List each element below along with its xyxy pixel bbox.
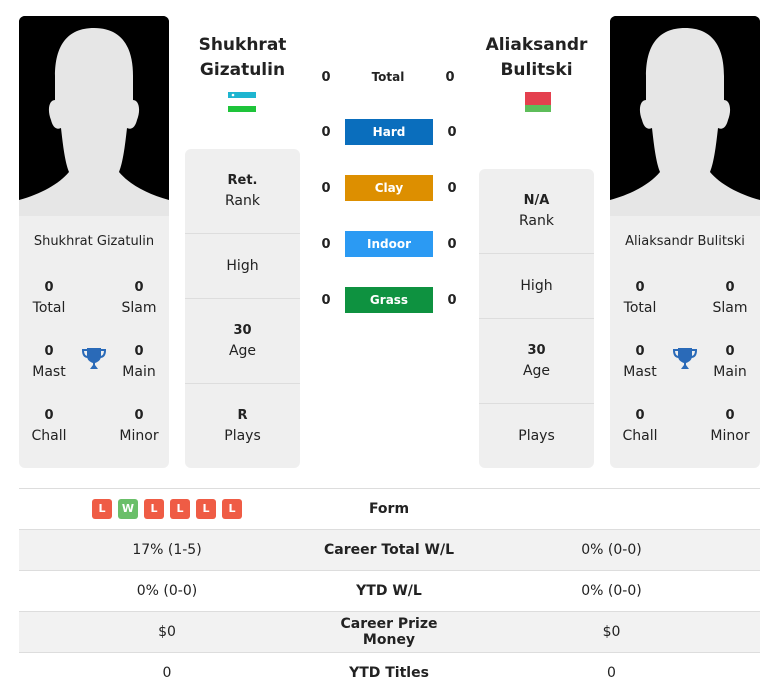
player-right-info: N/A Rank High 30 Age Plays [479,169,594,468]
right-stat-main: 0 Main [713,344,747,380]
form-label: Form [368,501,410,517]
player-left-card: Shukhrat Gizatulin 0 Total 0 Slam 0 Mast 0M… [19,216,169,468]
h2h-right-count: 0 [447,292,457,308]
trophy-icon [672,346,698,376]
form-win-badge[interactable]: W [118,499,138,519]
right-value: 0% (0-0) [581,542,642,558]
h2h-left-count: 0 [321,292,331,308]
player-right-photo [610,16,760,216]
h2h-right-count: 0 [447,124,457,140]
form-loss-badge[interactable]: L [144,499,164,519]
player-right-name[interactable]: Aliaksandr Bulitski [479,33,594,83]
left-high: High [185,234,300,299]
h2h-left-count: 0 [321,124,331,140]
right-rank: N/A Rank [479,169,594,254]
right-stat-minor: 0 Minor [710,408,750,444]
surface-clay-label[interactable]: Clay [345,175,433,201]
row-label: Career Total W/L [324,542,454,558]
h2h-right-count: 0 [447,180,457,196]
h2h-total-row: 0 Total 0 [316,64,460,90]
player-right-card: Aliaksandr Bulitski 0 Total 0 Slam 0 Mast 0… [610,216,760,468]
left-stat-total: 0 Total [32,280,66,316]
comparison-row: 0% (0-0) YTD W/L 0% (0-0) [19,570,760,611]
right-stat-total: 0 Total [623,280,657,316]
right-value: $0 [602,624,621,640]
left-stat-mast: 0 Mast [32,344,66,380]
comparison-row: 0 YTD Titles 0 [19,652,760,693]
row-label: Career Prize Money [340,616,438,648]
form-loss-badge[interactable]: L [170,499,190,519]
right-value: 0% (0-0) [581,583,642,599]
surface-hard-label[interactable]: Hard [345,119,433,145]
left-stat-slam: 0 Slam [121,280,157,316]
right-high: High [479,254,594,319]
right-age: 30 Age [479,319,594,404]
h2h-indoor-row: 0 Indoor 0 [316,231,462,257]
h2h-grass-row: 0 Grass 0 [316,287,462,313]
player-left-photo [19,16,169,216]
h2h-left-count: 0 [321,180,331,196]
belarus-flag-icon [523,92,551,112]
left-stat-minor: 0 Minor [119,408,159,444]
left-value: $0 [158,624,176,640]
left-value: 17% (1-5) [132,542,202,558]
right-stat-chall: 0 Chall [622,408,658,444]
form-loss-badge[interactable]: L [92,499,112,519]
trophy-icon [81,346,107,376]
h2h-left-count: 0 [321,236,331,252]
right-stat-slam: 0 Slam [712,280,748,316]
surface-grass-label[interactable]: Grass [345,287,433,313]
player-left-full-name: Shukhrat Gizatulin [33,234,155,249]
comparison-row: $0 Career Prize Money $0 [19,611,760,652]
left-value: 0 [162,665,172,681]
right-plays: Plays [518,428,555,444]
h2h-hard-row: 0 Hard 0 [316,119,462,145]
h2h-clay-row: 0 Clay 0 [316,175,462,201]
form-row: LWLLLL Form [19,488,760,529]
surface-indoor-label[interactable]: Indoor [345,231,433,257]
left-stat-chall: 0 Chall [31,408,67,444]
silhouette-icon [610,16,760,216]
player-left-name[interactable]: Shukhrat Gizatulin [185,33,300,83]
silhouette-icon [19,16,169,216]
row-label: YTD W/L [356,583,422,599]
form-loss-badge[interactable]: L [222,499,242,519]
left-age: 30 Age [185,299,300,384]
player-right-full-name: Aliaksandr Bulitski [625,234,745,249]
uzbekistan-flag-icon [228,92,256,112]
right-stat-mast: 0 Mast [623,344,657,380]
h2h-right-count: 0 [447,236,457,252]
left-value: 0% (0-0) [136,583,198,599]
left-rank: Ret. Rank [185,149,300,234]
form-loss-badge[interactable]: L [196,499,216,519]
form-badges: LWLLLL [19,499,315,519]
right-value: 0 [607,665,616,681]
left-stat-main: 0 Main [122,344,156,380]
left-plays: R Plays [224,408,261,444]
comparison-row: 17% (1-5) Career Total W/L 0% (0-0) [19,529,760,570]
row-label: YTD Titles [349,665,429,681]
player-left-info: Ret. Rank High 30 Age R Plays [185,149,300,468]
h2h-total-label: Total [371,70,405,84]
